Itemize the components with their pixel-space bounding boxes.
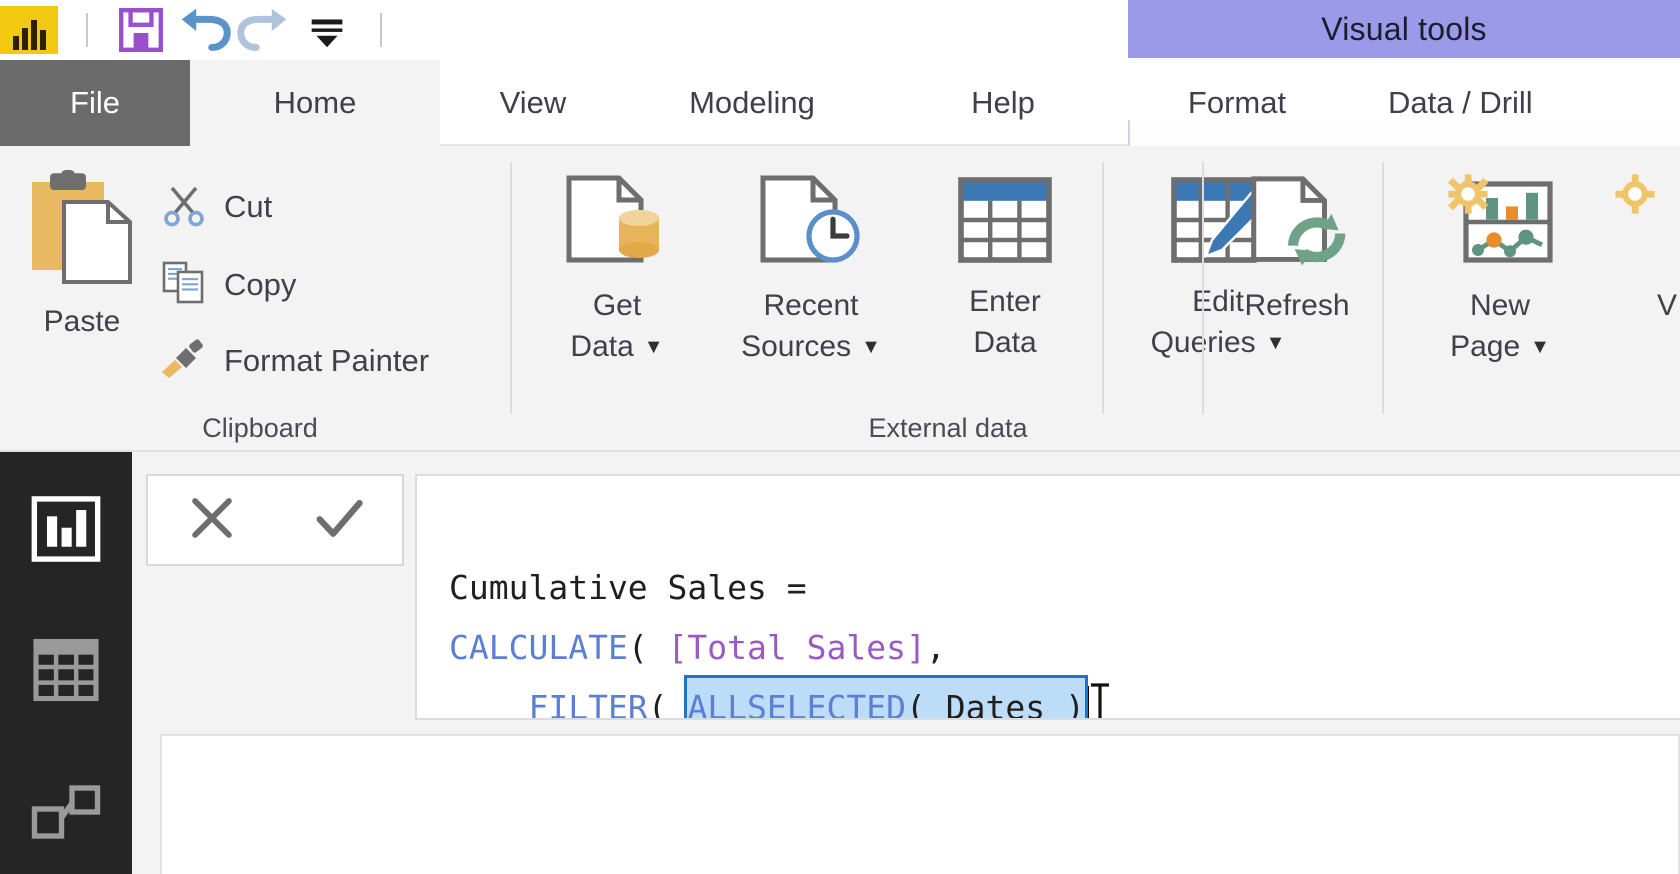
- enter-data-label-line1: Enter: [969, 285, 1041, 318]
- new-visual-button[interactable]: V: [1612, 172, 1680, 327]
- new-visual-label: V: [1656, 289, 1677, 322]
- sidebar-item-model-view[interactable]: [0, 752, 132, 874]
- refresh-button[interactable]: Refresh: [1202, 172, 1392, 327]
- recent-sources-icon: [755, 172, 867, 280]
- tab-format-label: Format: [1187, 85, 1287, 120]
- ribbon-tab-strip: File Home View Modeling Help Format Data…: [0, 60, 1680, 206]
- new-page-button[interactable]: New Page ▼: [1416, 172, 1584, 367]
- ribbon-group-external-data: Get Data ▼ Recent Sources ▼ Enter Data E…: [512, 146, 1384, 452]
- text-caret: [1084, 686, 1089, 718]
- formula-selection-highlight[interactable]: ALLSELECTED( Dates ): [684, 675, 1088, 720]
- copy-button[interactable]: Copy: [160, 258, 296, 311]
- tab-file[interactable]: File: [0, 60, 190, 146]
- ribbon-inner-divider-1: [1102, 162, 1104, 414]
- format-painter-button[interactable]: Format Painter: [158, 334, 429, 387]
- ribbon-group-clipboard: Paste Cut Copy Format Painter Clipboard: [0, 146, 512, 452]
- tab-data-drill[interactable]: Data / Drill: [1350, 60, 1680, 146]
- tab-modeling[interactable]: Modeling: [626, 60, 878, 146]
- tab-help[interactable]: Help: [878, 60, 1128, 146]
- tab-view-label: View: [499, 85, 567, 120]
- sidebar-item-data-view[interactable]: [0, 607, 132, 737]
- paste-label: Paste: [43, 305, 121, 338]
- ribbon-group-external-data-label: External data: [868, 413, 1028, 443]
- chevron-down-icon[interactable]: ▼: [644, 337, 664, 357]
- tab-data-drill-label: Data / Drill: [1388, 85, 1533, 120]
- formula-allselected-args: ( Dates ): [906, 688, 1085, 720]
- ribbon-group-insert: New Page ▼ V: [1384, 146, 1680, 452]
- recent-sources-button[interactable]: Recent Sources ▼: [706, 172, 916, 367]
- new-page-label-line1: New: [1469, 289, 1530, 322]
- save-button[interactable]: [110, 4, 172, 56]
- formula-total-sales-measure: [Total Sales]: [667, 628, 926, 667]
- cut-button[interactable]: Cut: [160, 180, 272, 233]
- recent-sources-label-line2: Sources: [741, 329, 852, 363]
- view-switcher-rail: [0, 452, 132, 874]
- formula-calculate-fn: CALCULATE: [449, 628, 628, 667]
- report-view-icon: [28, 491, 104, 572]
- new-visual-icon: [1609, 172, 1680, 280]
- tab-view[interactable]: View: [440, 60, 626, 146]
- ribbon: Paste Cut Copy Format Painter Clipboard …: [0, 146, 1680, 452]
- sidebar-item-report-view[interactable]: [0, 466, 132, 596]
- contextual-tab-title: Visual tools: [1128, 0, 1680, 58]
- formula-calculate-open: (: [627, 628, 668, 667]
- tab-file-label: File: [70, 85, 120, 120]
- format-painter-icon: [158, 334, 208, 387]
- close-icon: [183, 489, 241, 552]
- get-data-label-line2: Data: [570, 329, 634, 363]
- enter-data-button[interactable]: Enter Data: [930, 172, 1080, 363]
- customize-quick-access-button[interactable]: [296, 4, 358, 56]
- powerbi-logo-icon: [0, 6, 58, 54]
- scissors-icon: [160, 180, 208, 233]
- tab-modeling-label: Modeling: [689, 85, 815, 120]
- formula-equals: =: [786, 568, 807, 607]
- formula-calculate-comma: ,: [925, 628, 946, 667]
- copy-label: Copy: [224, 266, 297, 302]
- paste-icon: [28, 170, 136, 298]
- formula-bar: Cumulative Sales = CALCULATE( [Total Sal…: [132, 452, 1680, 734]
- chevron-down-icon[interactable]: ▼: [1266, 333, 1286, 353]
- canvas-gutter: [132, 734, 160, 874]
- enter-data-label-line2: Data: [973, 325, 1037, 359]
- get-data-button[interactable]: Get Data ▼: [542, 172, 692, 367]
- ribbon-group-clipboard-label: Clipboard: [202, 413, 318, 443]
- refresh-icon: [1242, 172, 1352, 280]
- formula-filter-fn: FILTER: [528, 688, 648, 720]
- formula-commit-button[interactable]: [275, 476, 402, 564]
- tab-format[interactable]: Format: [1132, 60, 1342, 146]
- get-data-label-line1: Get: [592, 289, 642, 322]
- chevron-down-icon[interactable]: ▼: [1530, 337, 1550, 357]
- chevron-down-icon[interactable]: ▼: [861, 337, 881, 357]
- refresh-label: Refresh: [1244, 289, 1350, 322]
- dax-formula-input[interactable]: Cumulative Sales = CALCULATE( [Total Sal…: [415, 474, 1680, 720]
- check-icon: [310, 489, 368, 552]
- tab-home[interactable]: Home: [190, 60, 440, 146]
- new-page-label-line2: Page: [1450, 329, 1521, 363]
- copy-icon: [160, 258, 208, 311]
- data-view-icon: [30, 636, 102, 709]
- formula-filter-open: (: [647, 688, 688, 720]
- tab-home-label: Home: [273, 85, 357, 120]
- cut-label: Cut: [224, 188, 273, 224]
- get-data-icon: [561, 172, 673, 280]
- ibeam-mouse-cursor: [1090, 683, 1109, 718]
- power-bi-desktop-window: Visual tools File Home View Modeling Hel…: [0, 0, 1680, 874]
- qat-divider-1: [86, 13, 88, 47]
- paste-button[interactable]: Paste: [22, 170, 142, 343]
- recent-sources-label-line1: Recent: [763, 289, 859, 322]
- qat-divider-2: [380, 13, 382, 47]
- formula-indent-3: [449, 688, 528, 718]
- model-view-icon: [30, 781, 102, 854]
- formula-bar-actions: [146, 474, 404, 566]
- formula-allselected-fn: ALLSELECTED: [687, 688, 906, 720]
- formula-measure-name: Cumulative Sales: [449, 568, 787, 607]
- redo-button[interactable]: [234, 4, 296, 56]
- formula-cancel-button[interactable]: [148, 476, 275, 564]
- enter-data-icon: [953, 172, 1057, 276]
- tab-help-label: Help: [971, 85, 1035, 120]
- report-canvas[interactable]: [160, 734, 1680, 874]
- format-painter-label: Format Painter: [224, 342, 430, 378]
- undo-button[interactable]: [172, 4, 234, 56]
- new-page-icon: [1442, 172, 1558, 280]
